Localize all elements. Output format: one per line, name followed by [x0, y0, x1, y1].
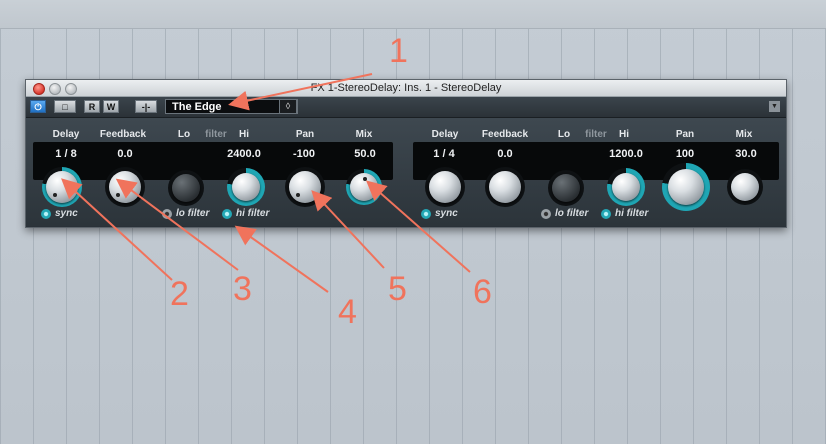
arrow-2 [61, 178, 173, 281]
arrow-1 [228, 73, 373, 111]
annotation-label-5: 5 [388, 270, 407, 308]
annotation-label-4: 4 [338, 293, 357, 331]
annotation-label-1: 1 [389, 32, 408, 70]
arrow-3 [115, 178, 239, 271]
annotation-label-6: 6 [473, 273, 492, 311]
annotation-arrows [61, 73, 471, 293]
arrow-5 [311, 190, 385, 269]
annotation-label-2: 2 [170, 275, 189, 313]
annotation-label-3: 3 [233, 270, 252, 308]
arrow-6 [365, 180, 471, 273]
